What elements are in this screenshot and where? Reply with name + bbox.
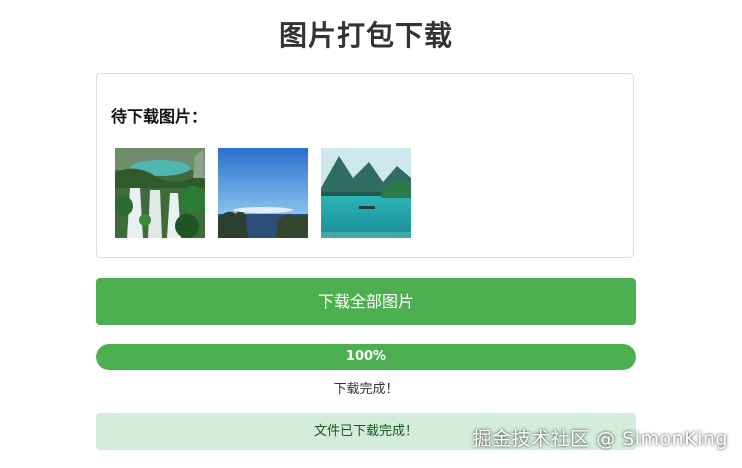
waterfall-forest-image bbox=[115, 148, 205, 238]
thumbnail-lake[interactable] bbox=[321, 148, 411, 238]
thumbnail-list bbox=[115, 148, 411, 238]
watermark: 掘金技术社区 @ SimonKing bbox=[472, 428, 728, 450]
image-card: 待下载图片： bbox=[96, 73, 634, 258]
thumbnail-sky[interactable] bbox=[218, 148, 308, 238]
download-all-button[interactable]: 下载全部图片 bbox=[96, 278, 636, 325]
lake-mountain-boat-image bbox=[321, 148, 411, 238]
progress-text: 100% bbox=[345, 349, 387, 364]
status-text: 下载完成！ bbox=[333, 382, 399, 397]
page-title: 图片打包下载 bbox=[278, 19, 453, 52]
thumbnail-waterfall[interactable] bbox=[115, 148, 205, 238]
sky-sea-image bbox=[218, 148, 308, 238]
progress-bar: 100% bbox=[96, 344, 636, 370]
card-title: 待下载图片： bbox=[111, 107, 208, 126]
